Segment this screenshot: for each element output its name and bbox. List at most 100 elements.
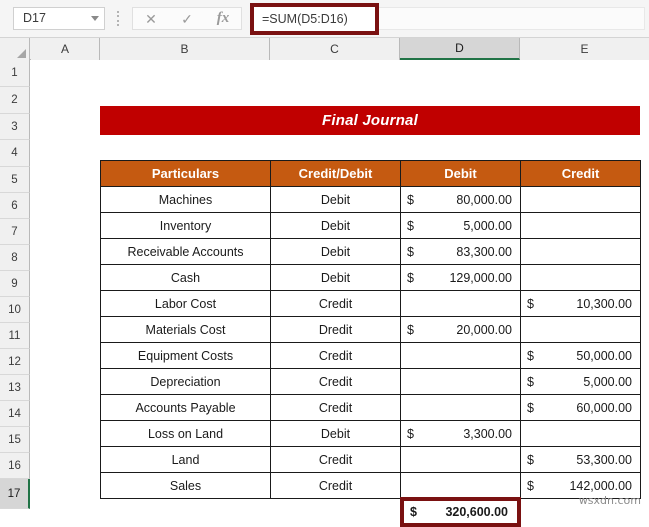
cell-debit[interactable] <box>400 472 521 499</box>
table-row: Loss on Land Debit $3,300.00 <box>100 420 641 447</box>
cell-credit-debit[interactable]: Debit <box>270 212 401 239</box>
row-header-6[interactable]: 6 <box>0 193 30 219</box>
cell-credit[interactable] <box>520 238 641 265</box>
row-header-label: 8 <box>11 251 18 264</box>
column-header-label: B <box>180 42 189 56</box>
debit-amount: 5,000.00 <box>463 218 512 233</box>
debit-amount: 80,000.00 <box>456 192 512 207</box>
cell-credit[interactable] <box>520 316 641 343</box>
row-header-13[interactable]: 13 <box>0 375 30 401</box>
cell-debit[interactable]: $80,000.00 <box>400 186 521 213</box>
cell-particulars[interactable]: Loss on Land <box>100 420 271 447</box>
row-header-10[interactable]: 10 <box>0 297 30 323</box>
cell-credit[interactable]: $10,300.00 <box>520 290 641 317</box>
cell-particulars[interactable]: Materials Cost <box>100 316 271 343</box>
row-header-1[interactable]: 1 <box>0 60 30 87</box>
formula-bar-remainder[interactable] <box>379 7 645 30</box>
cell-particulars[interactable]: Sales <box>100 472 271 499</box>
credit-amount: 60,000.00 <box>576 400 632 415</box>
cell-credit-debit[interactable]: Credit <box>270 446 401 473</box>
cell-credit-debit[interactable]: Credit <box>270 394 401 421</box>
column-header-label: E <box>580 42 589 56</box>
cell-debit[interactable]: $5,000.00 <box>400 212 521 239</box>
cell-debit[interactable]: $83,300.00 <box>400 238 521 265</box>
cell-credit-debit[interactable]: Credit <box>270 342 401 369</box>
cell-debit[interactable]: $20,000.00 <box>400 316 521 343</box>
column-header-a[interactable]: A <box>31 38 100 60</box>
cell-credit[interactable] <box>520 264 641 291</box>
currency-symbol: $ <box>527 374 534 389</box>
cell-credit[interactable]: $53,300.00 <box>520 446 641 473</box>
column-header-d[interactable]: D <box>400 38 520 60</box>
total-cell[interactable]: $ 320,600.00 <box>400 497 521 527</box>
cell-credit[interactable]: $60,000.00 <box>520 394 641 421</box>
cell-credit-debit[interactable]: Credit <box>270 368 401 395</box>
row-header-15[interactable]: 15 <box>0 427 30 453</box>
cell-particulars[interactable]: Accounts Payable <box>100 394 271 421</box>
name-box[interactable]: D17 <box>13 7 105 30</box>
cell-credit-debit[interactable]: Debit <box>270 186 401 213</box>
row-header-17[interactable]: 17 <box>0 479 30 509</box>
row-header-label: 4 <box>11 147 18 159</box>
cell-credit-debit[interactable]: Debit <box>270 420 401 447</box>
cell-credit[interactable]: $50,000.00 <box>520 342 641 369</box>
column-header-b[interactable]: B <box>100 38 270 60</box>
cell-particulars[interactable]: Machines <box>100 186 271 213</box>
cell-credit-debit[interactable]: Debit <box>270 264 401 291</box>
journal-title: Final Journal <box>100 106 640 135</box>
formula-action-buttons: ✕ ✓ fx <box>132 7 242 30</box>
chevron-down-icon[interactable] <box>91 16 99 21</box>
row-header-7[interactable]: 7 <box>0 219 30 245</box>
cell-credit-debit[interactable]: Debit <box>270 238 401 265</box>
formula-input[interactable]: =SUM(D5:D16) <box>250 3 379 35</box>
close-icon[interactable]: ✕ <box>137 12 165 26</box>
credit-amount: 10,300.00 <box>576 296 632 311</box>
select-all-corner[interactable] <box>0 38 30 60</box>
cell-debit[interactable]: $129,000.00 <box>400 264 521 291</box>
cell-particulars[interactable]: Equipment Costs <box>100 342 271 369</box>
column-header-c[interactable]: C <box>270 38 400 60</box>
row-header-9[interactable]: 9 <box>0 271 30 297</box>
row-header-14[interactable]: 14 <box>0 401 30 427</box>
cell-debit[interactable] <box>400 368 521 395</box>
cell-debit[interactable] <box>400 290 521 317</box>
row-header-3[interactable]: 3 <box>0 114 30 140</box>
cell-particulars[interactable]: Receivable Accounts <box>100 238 271 265</box>
currency-symbol: $ <box>407 218 414 233</box>
table-row: Land Credit $53,300.00 <box>100 446 641 473</box>
row-header-2[interactable]: 2 <box>0 87 30 114</box>
cell-debit[interactable]: $3,300.00 <box>400 420 521 447</box>
cell-debit[interactable] <box>400 342 521 369</box>
cell-particulars[interactable]: Depreciation <box>100 368 271 395</box>
row-header-11[interactable]: 11 <box>0 323 30 349</box>
currency-symbol: $ <box>407 244 414 259</box>
row-header-label: 5 <box>11 173 18 186</box>
cell-credit[interactable] <box>520 212 641 239</box>
cell-particulars[interactable]: Inventory <box>100 212 271 239</box>
column-header-label: A <box>60 42 69 56</box>
cell-credit-debit[interactable]: Credit <box>270 472 401 499</box>
cell-credit[interactable] <box>520 186 641 213</box>
cell-credit-debit[interactable]: Credit <box>270 290 401 317</box>
cell-debit[interactable] <box>400 394 521 421</box>
cell-particulars[interactable]: Land <box>100 446 271 473</box>
sheet-content: Final Journal Particulars Credit/Debit D… <box>31 60 649 527</box>
currency-symbol: $ <box>527 296 534 311</box>
column-header-e[interactable]: E <box>520 38 649 60</box>
row-header-8[interactable]: 8 <box>0 245 30 271</box>
table-row: Cash Debit $129,000.00 <box>100 264 641 291</box>
row-header-label: 16 <box>8 459 21 472</box>
cell-credit-debit[interactable]: Dredit <box>270 316 401 343</box>
check-icon[interactable]: ✓ <box>173 12 201 26</box>
row-header-4[interactable]: 4 <box>0 140 30 167</box>
cell-debit[interactable] <box>400 446 521 473</box>
cell-credit[interactable] <box>520 420 641 447</box>
cell-particulars[interactable]: Labor Cost <box>100 290 271 317</box>
cell-particulars[interactable]: Cash <box>100 264 271 291</box>
row-header-16[interactable]: 16 <box>0 453 30 479</box>
cell-credit[interactable]: $5,000.00 <box>520 368 641 395</box>
total-currency-symbol: $ <box>410 505 417 519</box>
row-header-12[interactable]: 12 <box>0 349 30 375</box>
row-header-5[interactable]: 5 <box>0 167 30 193</box>
fx-icon[interactable]: fx <box>209 11 237 26</box>
